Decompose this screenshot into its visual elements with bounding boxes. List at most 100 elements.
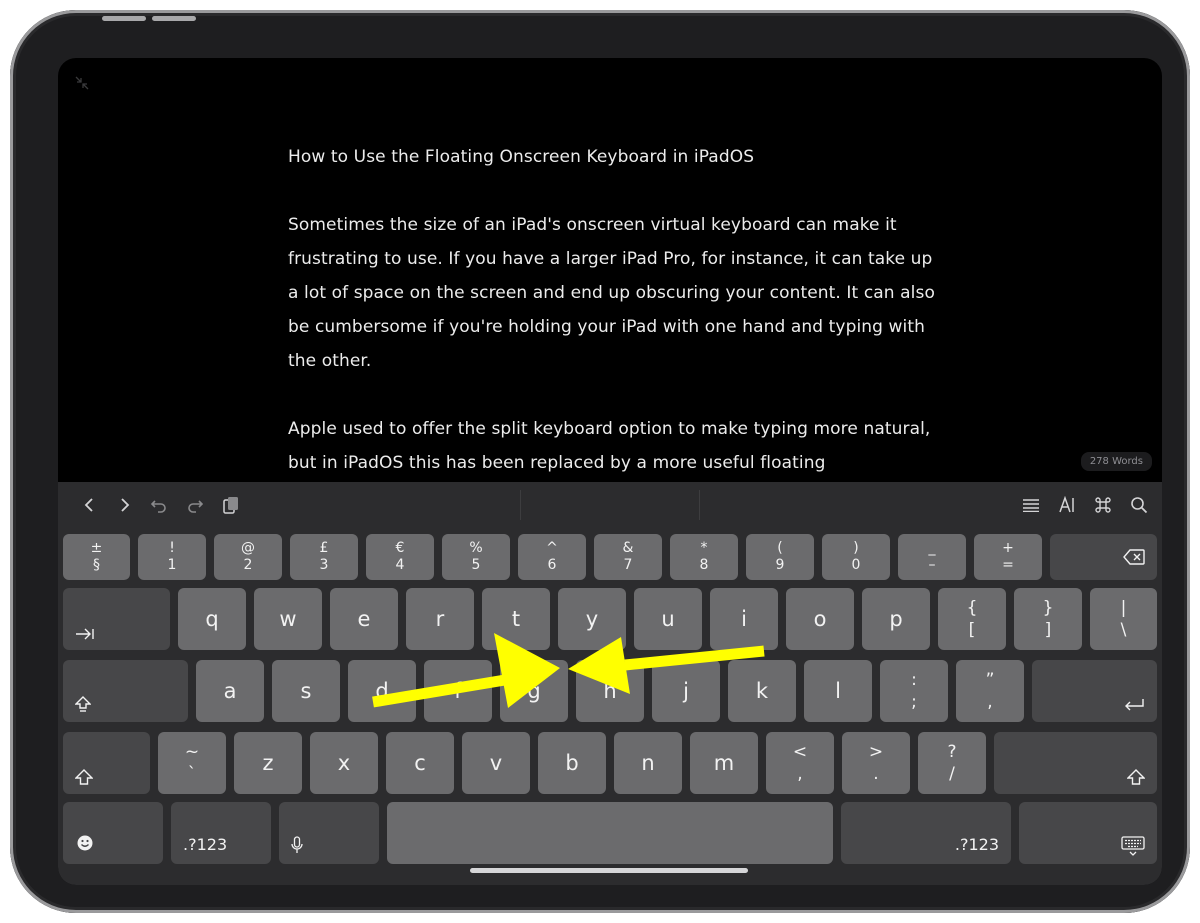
key-slash[interactable]: ? /: [918, 732, 986, 794]
key-label: ,: [987, 692, 993, 712]
dictation-key[interactable]: [279, 802, 379, 864]
key-e[interactable]: e: [330, 588, 398, 650]
key-minus[interactable]: _ –: [898, 534, 966, 580]
key-r[interactable]: r: [406, 588, 474, 650]
word-count-badge[interactable]: 278 Words: [1080, 452, 1152, 471]
redo-icon[interactable]: [180, 482, 210, 528]
return-key[interactable]: [1032, 660, 1157, 722]
key-h[interactable]: h: [576, 660, 644, 722]
key-v[interactable]: v: [462, 732, 530, 794]
key-label: o: [813, 607, 827, 631]
key-shift-label: ”: [985, 670, 995, 690]
search-icon[interactable]: [1124, 482, 1154, 528]
key-5[interactable]: % 5: [442, 534, 510, 580]
numbers-key-left[interactable]: .?123: [171, 802, 271, 864]
key-4[interactable]: €4: [366, 534, 434, 580]
key-i[interactable]: i: [710, 588, 778, 650]
key-l[interactable]: l: [804, 660, 872, 722]
key-shift-label: >: [868, 742, 884, 762]
key-label: y: [585, 607, 599, 631]
key-t[interactable]: t: [482, 588, 550, 650]
key-label: p: [889, 607, 903, 631]
chevron-left-icon[interactable]: [74, 482, 104, 528]
key-label: [: [968, 620, 976, 640]
key-tilde[interactable]: ~ `: [158, 732, 226, 794]
shift-key-right[interactable]: [994, 732, 1157, 794]
key-label: 7: [623, 557, 633, 573]
delete-key[interactable]: [1050, 534, 1157, 580]
key-3[interactable]: £3: [290, 534, 358, 580]
key-9[interactable]: (9: [746, 534, 814, 580]
key-0[interactable]: ) 0: [822, 534, 890, 580]
hide-keyboard-key[interactable]: [1019, 802, 1157, 864]
key-2[interactable]: @2: [214, 534, 282, 580]
key-label: 3: [319, 557, 329, 573]
key-section[interactable]: ± §: [63, 534, 130, 580]
key-a[interactable]: a: [196, 660, 264, 722]
key-q[interactable]: q: [178, 588, 246, 650]
key-label: f: [454, 679, 462, 703]
return-icon: [1125, 699, 1144, 711]
key-shift-label: _: [928, 540, 936, 556]
key-s[interactable]: s: [272, 660, 340, 722]
tab-key[interactable]: [63, 588, 170, 650]
key-comma[interactable]: <,: [766, 732, 834, 794]
chevron-right-icon[interactable]: [110, 482, 140, 528]
key-8[interactable]: * 8: [670, 534, 738, 580]
key-z[interactable]: z: [234, 732, 302, 794]
list-icon[interactable]: [1016, 482, 1046, 528]
key-label: 4: [395, 557, 405, 573]
emoji-key[interactable]: [63, 802, 163, 864]
key-shift-label: @: [241, 540, 255, 556]
caps-lock-key[interactable]: [63, 660, 188, 722]
collapse-icon[interactable]: [74, 75, 90, 91]
key-backslash[interactable]: | \: [1090, 588, 1157, 650]
key-shift-label: :: [911, 670, 917, 690]
key-shift-label: *: [700, 540, 708, 556]
key-m[interactable]: m: [690, 732, 758, 794]
key-label: 1: [167, 557, 177, 573]
key-7[interactable]: & 7: [594, 534, 662, 580]
key-label: j: [683, 679, 689, 703]
key-f[interactable]: f: [424, 660, 492, 722]
numbers-key-right[interactable]: .?123: [841, 802, 1011, 864]
key-p[interactable]: p: [862, 588, 930, 650]
key-bracket-right[interactable]: }]: [1014, 588, 1082, 650]
key-1[interactable]: ! 1: [138, 534, 206, 580]
key-label: q: [205, 607, 219, 631]
ipad-frame: How to Use the Floating Onscreen Keyboar…: [10, 10, 1190, 913]
key-equals[interactable]: + =: [974, 534, 1042, 580]
key-quote[interactable]: ”,: [956, 660, 1024, 722]
key-k[interactable]: k: [728, 660, 796, 722]
shift-icon: [1127, 769, 1145, 785]
key-label: .?123: [954, 835, 999, 854]
key-label: 5: [471, 557, 481, 573]
key-j[interactable]: j: [652, 660, 720, 722]
undo-icon[interactable]: [144, 482, 174, 528]
key-label: h: [603, 679, 617, 703]
key-u[interactable]: u: [634, 588, 702, 650]
key-n[interactable]: n: [614, 732, 682, 794]
space-bar[interactable]: [387, 802, 833, 864]
caps-lock-icon: [75, 696, 91, 712]
key-semicolon[interactable]: :;: [880, 660, 948, 722]
key-o[interactable]: o: [786, 588, 854, 650]
home-indicator: [470, 868, 748, 873]
key-label: /: [949, 764, 955, 784]
key-d[interactable]: d: [348, 660, 416, 722]
key-c[interactable]: c: [386, 732, 454, 794]
key-x[interactable]: x: [310, 732, 378, 794]
document-title: How to Use the Floating Onscreen Keyboar…: [288, 147, 755, 167]
command-icon[interactable]: [1088, 482, 1118, 528]
text-format-icon[interactable]: [1052, 482, 1082, 528]
shift-key-left[interactable]: [63, 732, 150, 794]
key-b[interactable]: b: [538, 732, 606, 794]
key-y[interactable]: y: [558, 588, 626, 650]
key-bracket-left[interactable]: {[: [938, 588, 1006, 650]
key-6[interactable]: ^ 6: [518, 534, 586, 580]
document-editor[interactable]: How to Use the Floating Onscreen Keyboar…: [288, 140, 948, 514]
key-g[interactable]: g: [500, 660, 568, 722]
key-period[interactable]: >.: [842, 732, 910, 794]
paste-icon[interactable]: [216, 482, 246, 528]
key-w[interactable]: w: [254, 588, 322, 650]
